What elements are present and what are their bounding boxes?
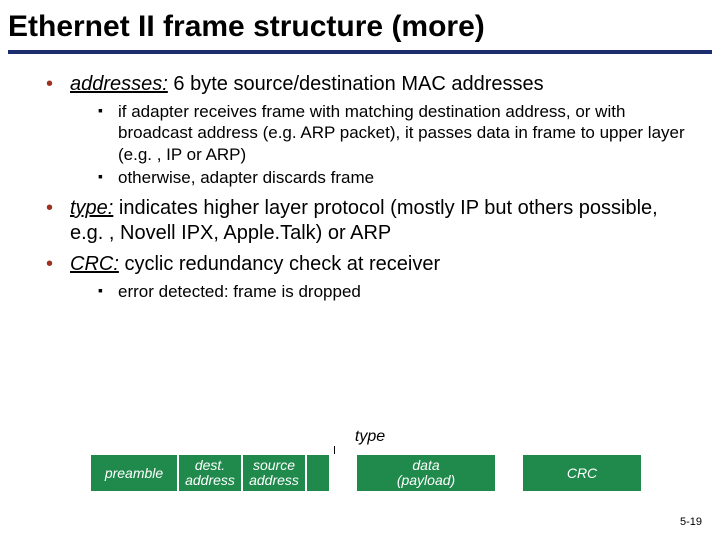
gap — [496, 454, 522, 492]
sub-item: error detected: frame is dropped — [104, 281, 690, 302]
sub-list: if adapter receives frame with matching … — [70, 101, 690, 188]
type-field-label: type — [90, 428, 650, 446]
bullet-list: addresses: 6 byte source/destination MAC… — [30, 72, 690, 302]
frame-diagram: type preamble dest.address sourceaddress… — [90, 428, 650, 492]
bullet-lead: addresses: — [70, 73, 168, 95]
bullet-lead: CRC: — [70, 253, 119, 275]
cell-preamble: preamble — [90, 454, 178, 492]
bullet-text: indicates higher layer protocol (mostly … — [70, 197, 658, 244]
type-tick — [334, 446, 335, 454]
slide-title: Ethernet II frame structure (more) — [0, 0, 720, 50]
bullet-type: type: indicates higher layer protocol (m… — [54, 196, 690, 246]
frame-row: preamble dest.address sourceaddress data… — [90, 454, 650, 492]
bullet-crc: CRC: cyclic redundancy check at receiver… — [54, 252, 690, 302]
cell-crc: CRC — [522, 454, 642, 492]
gap — [330, 454, 356, 492]
cell-type — [306, 454, 330, 492]
content-area: addresses: 6 byte source/destination MAC… — [0, 72, 720, 302]
sub-item: otherwise, adapter discards frame — [104, 167, 690, 188]
page-number: 5-19 — [680, 516, 702, 528]
cell-dest-address: dest.address — [178, 454, 242, 492]
bullet-addresses: addresses: 6 byte source/destination MAC… — [54, 72, 690, 188]
sub-list: error detected: frame is dropped — [70, 281, 690, 302]
bullet-lead: type: — [70, 197, 113, 219]
cell-data-payload: data(payload) — [356, 454, 496, 492]
bullet-text: 6 byte source/destination MAC addresses — [168, 73, 544, 95]
title-underline — [8, 50, 712, 54]
sub-item: if adapter receives frame with matching … — [104, 101, 690, 165]
bullet-text: cyclic redundancy check at receiver — [119, 253, 440, 275]
cell-source-address: sourceaddress — [242, 454, 306, 492]
